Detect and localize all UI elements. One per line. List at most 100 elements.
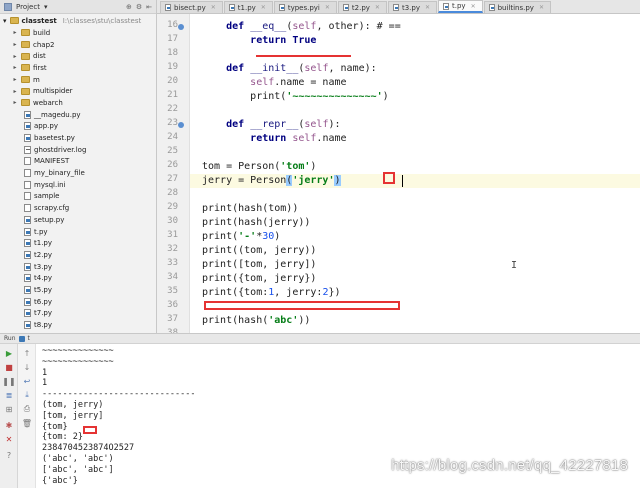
tree-item[interactable]: mysql.ini — [0, 179, 156, 191]
line-number: 26 — [167, 159, 178, 170]
tree-item[interactable]: ▸ build — [0, 27, 156, 39]
close-tab-icon[interactable]: ✕ — [539, 4, 544, 11]
tree-item-label: t1.py — [34, 239, 53, 248]
chevron-right-icon[interactable]: ▸ — [12, 53, 18, 60]
chevron-right-icon[interactable]: ▸ — [12, 41, 18, 48]
settings-icon[interactable]: ✱ — [4, 420, 14, 430]
trash-icon[interactable]: 🗑 — [22, 418, 32, 428]
override-marker-icon[interactable] — [178, 121, 184, 128]
tree-item[interactable]: app.py — [0, 121, 156, 133]
sync-icon[interactable]: ⊕ — [126, 3, 132, 11]
editor-tab[interactable]: t3.py ✕ — [387, 1, 437, 13]
settings-icon[interactable]: ⚙ — [136, 3, 142, 11]
editor-tab[interactable]: t1.py ✕ — [223, 1, 273, 13]
tree-item[interactable]: __magedu.py — [0, 109, 156, 121]
file-icon — [24, 157, 31, 166]
rerun-icon[interactable]: ▶ — [4, 348, 14, 358]
tree-item[interactable]: ▸ multispider — [0, 85, 156, 97]
close-tab-icon[interactable]: ✕ — [375, 4, 380, 11]
file-icon — [24, 204, 31, 213]
help-icon[interactable]: ? — [4, 450, 14, 460]
tree-item[interactable]: ▸ first — [0, 62, 156, 74]
code-token: (hash(jerry)) — [232, 216, 311, 228]
file-icon — [24, 169, 31, 178]
tree-item[interactable]: t2.py — [0, 249, 156, 261]
code-token: print — [202, 272, 233, 284]
console-line: 1 — [42, 367, 48, 378]
project-root[interactable]: ▾ classtest I:\classes\stu\classtest — [0, 14, 156, 27]
chevron-down-icon[interactable]: ▾ — [3, 17, 7, 25]
tree-item[interactable]: t1.py — [0, 237, 156, 249]
tree-item[interactable]: t5.py — [0, 284, 156, 296]
tree-item[interactable]: t7.py — [0, 308, 156, 320]
tree-item[interactable]: ▸ dist — [0, 50, 156, 62]
tree-item[interactable]: setup.py — [0, 214, 156, 226]
tree-item-label: sample — [34, 192, 60, 201]
tree-item[interactable]: t.py — [0, 226, 156, 238]
tree-item[interactable]: ▸ m — [0, 74, 156, 86]
hide-panel-icon[interactable]: ⇤ — [146, 3, 152, 11]
editor-tab[interactable]: t.py ✕ — [438, 0, 483, 13]
tree-item[interactable]: ghostdriver.log — [0, 144, 156, 156]
chevron-down-icon[interactable]: ▾ — [44, 3, 48, 11]
soft-wrap-icon[interactable]: ↩ — [22, 376, 32, 386]
console-line: 1 — [42, 378, 48, 389]
arrow-down-icon[interactable]: ↓ — [22, 362, 32, 372]
editor-tab[interactable]: bisect.py ✕ — [160, 1, 223, 13]
chevron-right-icon[interactable]: ▸ — [12, 64, 18, 71]
code-token: ({tom, jerry}) — [232, 272, 317, 284]
project-panel-header[interactable]: Project ▾ ⊕ ⚙ ⇤ — [0, 0, 156, 14]
pin-icon[interactable]: ⊞ — [4, 404, 14, 414]
text-cursor — [402, 174, 403, 187]
code-token: def — [226, 20, 251, 32]
python-file-icon — [24, 122, 31, 131]
tree-item[interactable]: ▸ webarch — [0, 97, 156, 109]
tree-item[interactable]: t4.py — [0, 272, 156, 284]
editor-tab[interactable]: t2.py ✕ — [337, 1, 387, 13]
editor-tab[interactable]: builtins.py ✕ — [483, 1, 551, 13]
tree-item[interactable]: sample — [0, 191, 156, 203]
code-area[interactable]: def __eq__(self, other): # == return Tru… — [190, 14, 640, 333]
line-number: 31 — [167, 229, 178, 240]
stop-icon[interactable]: ■ — [4, 362, 14, 372]
project-root-path: I:\classes\stu\classtest — [62, 16, 142, 25]
layout-icon[interactable]: ≣ — [4, 390, 14, 400]
code-token: print — [202, 216, 233, 228]
close-tab-icon[interactable]: ✕ — [471, 3, 476, 10]
print-icon[interactable]: ⎙ — [22, 404, 32, 414]
close-tab-icon[interactable]: ✕ — [261, 4, 266, 11]
tree-item[interactable]: my_binary_file — [0, 167, 156, 179]
chevron-right-icon[interactable]: ▸ — [12, 99, 18, 106]
tree-item[interactable]: scrapy.cfg — [0, 202, 156, 214]
annotation-box — [83, 426, 97, 434]
close-tab-icon[interactable]: ✕ — [211, 4, 216, 11]
run-config-tab[interactable]: t — [28, 335, 30, 342]
tab-label: t2.py — [351, 3, 370, 12]
code-token: }) — [328, 286, 341, 298]
tree-item-label: webarch — [33, 98, 63, 107]
code-line: print('-'*30) — [202, 230, 280, 244]
tree-item[interactable]: basetest.py — [0, 132, 156, 144]
chevron-right-icon[interactable]: ▸ — [12, 76, 18, 83]
tree-item[interactable]: MANIFEST — [0, 156, 156, 168]
code-token: , name): — [328, 62, 377, 74]
chevron-right-icon[interactable]: ▸ — [12, 29, 18, 36]
close-tab-icon[interactable]: ✕ — [325, 4, 330, 11]
close-tab-icon[interactable]: ✕ — [425, 4, 430, 11]
line-number: 25 — [167, 145, 178, 156]
close-icon[interactable]: ✕ — [4, 434, 14, 444]
tree-item[interactable]: t6.py — [0, 296, 156, 308]
scroll-to-end-icon[interactable]: ⤓ — [22, 390, 32, 400]
python-file-icon — [228, 4, 235, 11]
code-editor[interactable]: 16 17 18 19 20 21 22 23 24 25 26 27 28 29 30 31 32 33 34 35… — [157, 14, 640, 333]
tree-item[interactable]: t8.py — [0, 319, 156, 331]
pause-icon[interactable]: ❚❚ — [2, 376, 15, 386]
chevron-right-icon[interactable]: ▸ — [12, 88, 18, 95]
tree-item-label: t3.py — [34, 262, 53, 271]
editor-tab[interactable]: types.pyi ✕ — [273, 1, 337, 13]
arrow-up-icon[interactable]: ↑ — [22, 348, 32, 358]
tree-item[interactable]: t3.py — [0, 261, 156, 273]
tree-item[interactable]: ▸ chap2 — [0, 39, 156, 51]
override-marker-icon[interactable] — [178, 23, 184, 30]
